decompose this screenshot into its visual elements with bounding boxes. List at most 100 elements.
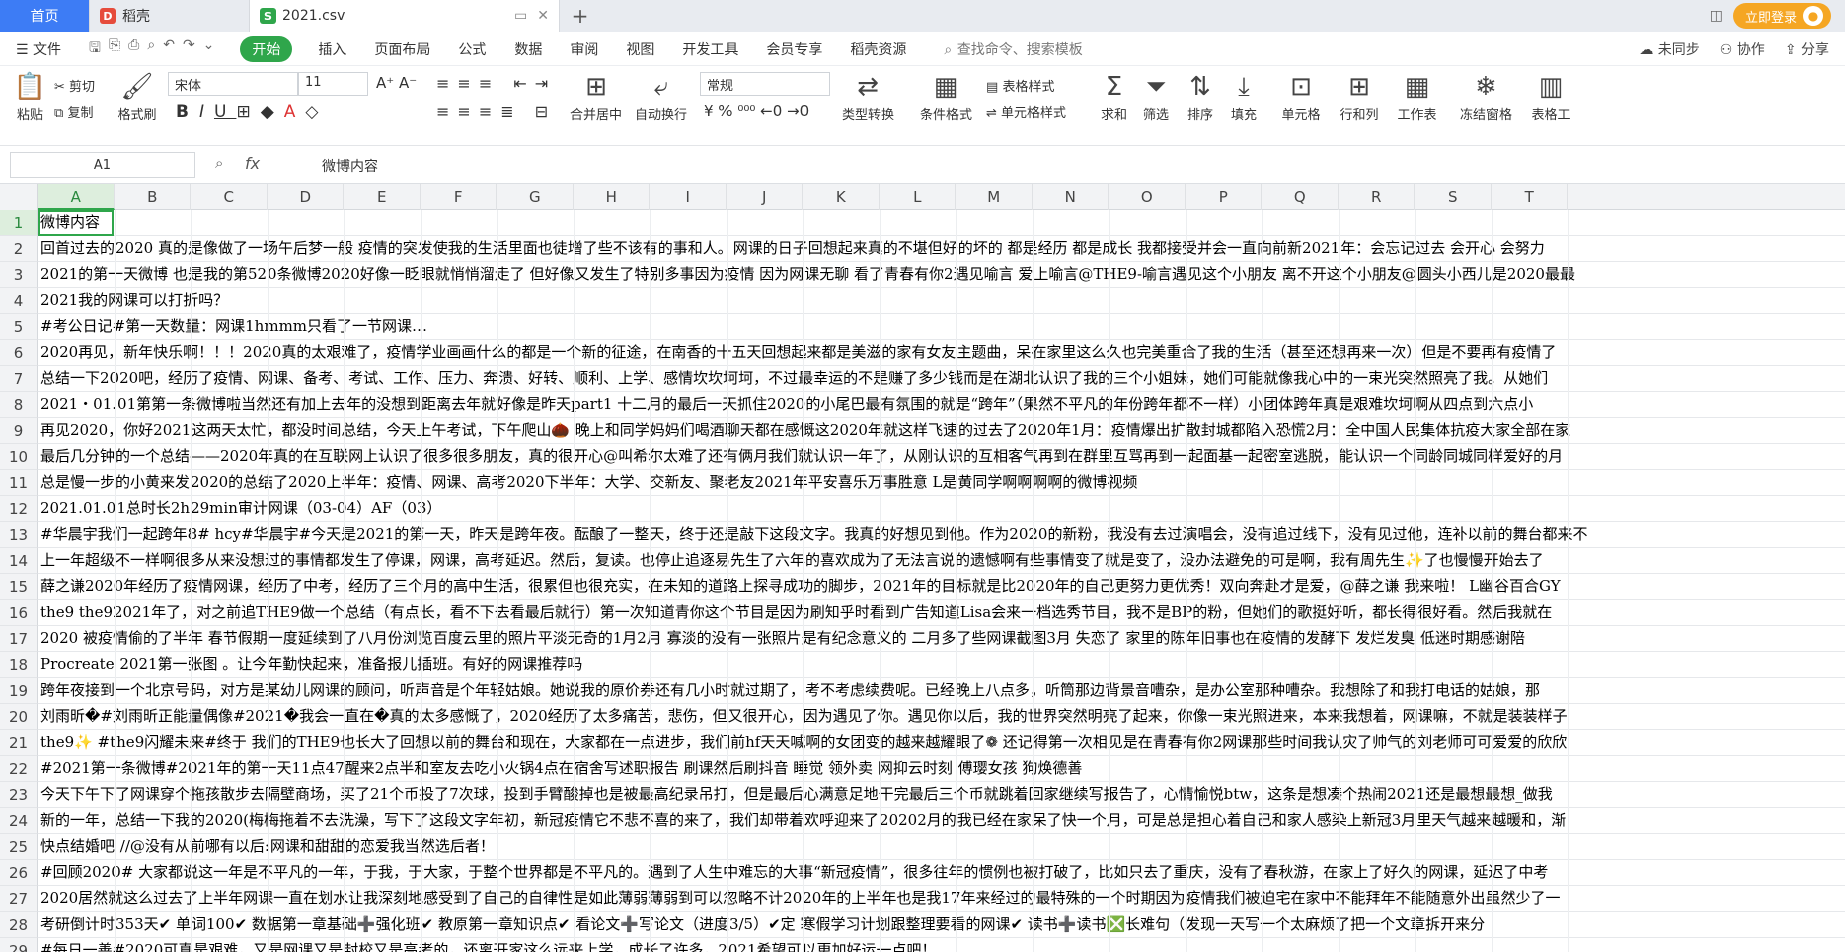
table-row[interactable]: #2021第一条微博#2021年的第一天11点47醒来2点半和室友去吃小火锅4点… xyxy=(38,756,1845,782)
row-header[interactable]: 27 xyxy=(0,886,38,912)
row-header[interactable]: 6 xyxy=(0,340,38,366)
menu-tab-developer[interactable]: 开发工具 xyxy=(682,39,738,59)
menu-tab-member[interactable]: 会员专享 xyxy=(766,39,822,59)
spreadsheet-grid[interactable]: ABCDEFGHIJKLMNOPQRST 1 微博内容 2 回首过去的2020 真的是… xyxy=(0,184,1845,952)
row-header[interactable]: 24 xyxy=(0,808,38,834)
table-row[interactable]: 今天下午下了网课穿个拖孩散步去隔壁商场，买了21个币投了7次球，投到手臂酸掉也是… xyxy=(38,782,1845,808)
row-header[interactable]: 21 xyxy=(0,730,38,756)
redo-icon[interactable]: ↷ xyxy=(183,37,195,61)
table-row[interactable]: 微博内容 xyxy=(38,210,1845,236)
column-header-e[interactable]: E xyxy=(344,184,421,210)
column-header-q[interactable]: Q xyxy=(1262,184,1339,210)
fill-button[interactable]: ⤓ 填充 xyxy=(1226,70,1262,123)
new-tab-button[interactable]: + xyxy=(560,0,600,32)
login-button[interactable]: 立即登录 ● xyxy=(1732,3,1831,29)
export-icon[interactable]: ⎘ xyxy=(109,37,120,61)
table-style-button[interactable]: ▤ 表格样式 xyxy=(986,76,1054,95)
customize-icon[interactable]: ⌄ xyxy=(203,37,215,61)
row-header[interactable]: 16 xyxy=(0,600,38,626)
align-bottom-buttons[interactable]: ≡≡≡≣ ⊟ xyxy=(436,102,556,121)
menu-tab-formula[interactable]: 公式 xyxy=(458,39,486,59)
number-format-buttons[interactable]: ¥ % ⁰⁰⁰ ←0 →0 xyxy=(704,102,809,120)
menu-tab-view[interactable]: 视图 xyxy=(626,39,654,59)
menu-tab-insert[interactable]: 插入 xyxy=(318,39,346,59)
menu-tab-home[interactable]: 开始 xyxy=(240,35,293,62)
table-row[interactable]: 2021的第一天微博 也是我的第520条微博2020好像一眨眼就悄悄溜走了 但好… xyxy=(38,262,1845,288)
row-header[interactable]: 18 xyxy=(0,652,38,678)
freeze-panes-button[interactable]: ❄ 冻结窗格 xyxy=(1456,70,1516,123)
type-convert-button[interactable]: ⇄ 类型转换 xyxy=(836,70,900,123)
format-painter-button[interactable]: 🖌 格式刷 xyxy=(116,70,158,123)
cut-button[interactable]: ✂ 剪切 xyxy=(54,76,95,95)
menu-tab-data[interactable]: 数据 xyxy=(514,39,542,59)
sort-button[interactable]: ⇅ 排序 xyxy=(1182,70,1218,123)
row-header[interactable]: 10 xyxy=(0,444,38,470)
align-top-buttons[interactable]: ≡≡≡ ⇤⇥ xyxy=(436,74,556,93)
preview-icon[interactable]: ⌕ xyxy=(147,37,155,61)
select-all-corner[interactable] xyxy=(0,184,38,210)
font-style-buttons[interactable]: BIU⊞◆A◇ xyxy=(176,102,328,122)
row-col-button[interactable]: ⊞ 行和列 xyxy=(1336,70,1382,123)
menu-tab-daoke-resources[interactable]: 稻壳资源 xyxy=(850,39,906,59)
copy-button[interactable]: ⧉ 复制 xyxy=(54,102,93,121)
table-tools-button[interactable]: ▥ 表格工 xyxy=(1528,70,1574,123)
row-header[interactable]: 8 xyxy=(0,392,38,418)
table-row[interactable]: 总结一下2020吧，经历了疫情、网课、备考、考试、工作、压力、奔溃、好转、顺利、… xyxy=(38,366,1845,392)
table-row[interactable]: #回顾2020# 大家都说这一年是不平凡的一年，于我，于大家，于整个世界都是不平… xyxy=(38,860,1845,886)
tab-home[interactable]: 首页 xyxy=(0,0,90,32)
table-row[interactable]: 2021・01.01第第一条微博啦当然还有加上去年的没想到距离去年就好像是昨天p… xyxy=(38,392,1845,418)
column-header-a[interactable]: A xyxy=(38,184,115,210)
file-menu[interactable]: ☰ 文件 xyxy=(16,39,61,59)
column-header-n[interactable]: N xyxy=(1033,184,1109,210)
tab-file-2021-csv[interactable]: S 2021.csv ▭ ✕ xyxy=(250,0,560,32)
table-row[interactable]: #考公日记#第一天数量：网课1hmmm只看了一节网课… xyxy=(38,314,1845,340)
row-header[interactable]: 14 xyxy=(0,548,38,574)
italic-icon[interactable]: I xyxy=(199,102,214,122)
undo-icon[interactable]: ↶ xyxy=(163,37,175,61)
table-row[interactable]: 薛之谦2020年经历了疫情网课，经历了中考，经历了三个月的高中生活，很累但也很充… xyxy=(38,574,1845,600)
column-header-c[interactable]: C xyxy=(191,184,268,210)
table-row[interactable]: 上一年超级不一样啊很多从来没想过的事情都发生了停课，网课，高考延迟。然后，复读。… xyxy=(38,548,1845,574)
formula-content[interactable]: 微博内容 xyxy=(322,156,378,176)
cell-button[interactable]: ⊡ 单元格 xyxy=(1278,70,1324,123)
row-header[interactable]: 20 xyxy=(0,704,38,730)
row-header[interactable]: 4 xyxy=(0,288,38,314)
column-header-h[interactable]: H xyxy=(574,184,650,210)
table-row[interactable]: 再见2020，你好2021这两天太忙，都没时间总结，今天上午考试，下午爬山🌰 晚… xyxy=(38,418,1845,444)
column-header-t[interactable]: T xyxy=(1492,184,1568,210)
table-row[interactable]: 2020居然就这么过去了上半年网课一直在划水让我深刻地感受到了自己的自律性是如此… xyxy=(38,886,1845,912)
table-row[interactable]: 2020再见，新年快乐啊！！！2020真的太艰难了，疫情学业画画什么的都是一个新… xyxy=(38,340,1845,366)
sum-button[interactable]: Σ 求和 xyxy=(1096,70,1132,123)
fill-color-icon[interactable]: ◆ xyxy=(261,102,284,122)
command-search[interactable]: ⌕ 查找命令、搜索模板 xyxy=(944,39,1082,59)
float-window-icon[interactable]: ▭ xyxy=(514,8,527,24)
row-header[interactable]: 26 xyxy=(0,860,38,886)
table-row[interactable]: 快点结婚吧 //@没有从前哪有以后:网课和甜甜的恋爱我当然选后者！ xyxy=(38,834,1845,860)
row-header[interactable]: 29 xyxy=(0,938,38,952)
tab-daoke[interactable]: D 稻壳 xyxy=(90,0,250,32)
print-icon[interactable]: ⎙ xyxy=(128,37,139,61)
paste-button[interactable]: 📋 粘贴 xyxy=(10,70,50,123)
menu-tab-review[interactable]: 审阅 xyxy=(570,39,598,59)
row-header[interactable]: 7 xyxy=(0,366,38,392)
border-icon[interactable]: ⊞ xyxy=(236,102,260,122)
row-header[interactable]: 28 xyxy=(0,912,38,938)
column-header-l[interactable]: L xyxy=(880,184,956,210)
row-header[interactable]: 17 xyxy=(0,626,38,652)
number-format-select[interactable]: 常规 xyxy=(700,72,830,96)
font-size-select[interactable]: 11 xyxy=(298,72,368,96)
table-row[interactable]: the9✨ #the9闪耀未来#终于 我们的THE9也长大了回想以前的舞台和现在… xyxy=(38,730,1845,756)
column-header-f[interactable]: F xyxy=(421,184,497,210)
clear-format-icon[interactable]: ◇ xyxy=(305,102,328,122)
column-header-d[interactable]: D xyxy=(268,184,344,210)
collaborate-button[interactable]: ⚇ 协作 xyxy=(1720,39,1765,59)
cell-style-button[interactable]: ⇌ 单元格样式 xyxy=(986,102,1066,121)
row-header[interactable]: 11 xyxy=(0,470,38,496)
row-header[interactable]: 23 xyxy=(0,782,38,808)
table-row[interactable]: #华晨宇我们一起跨年8# hcy#华晨宇#今天是2021的第一天，昨天是跨年夜。… xyxy=(38,522,1845,548)
column-header-s[interactable]: S xyxy=(1415,184,1492,210)
row-header[interactable]: 5 xyxy=(0,314,38,340)
row-header[interactable]: 2 xyxy=(0,236,38,262)
table-row[interactable]: 考研倒计时353天✔ 单词100✔ 数据第一章基础➕强化班✔ 教原第一章知识点✔… xyxy=(38,912,1845,938)
sync-status[interactable]: ☁ 未同步 xyxy=(1639,39,1699,59)
